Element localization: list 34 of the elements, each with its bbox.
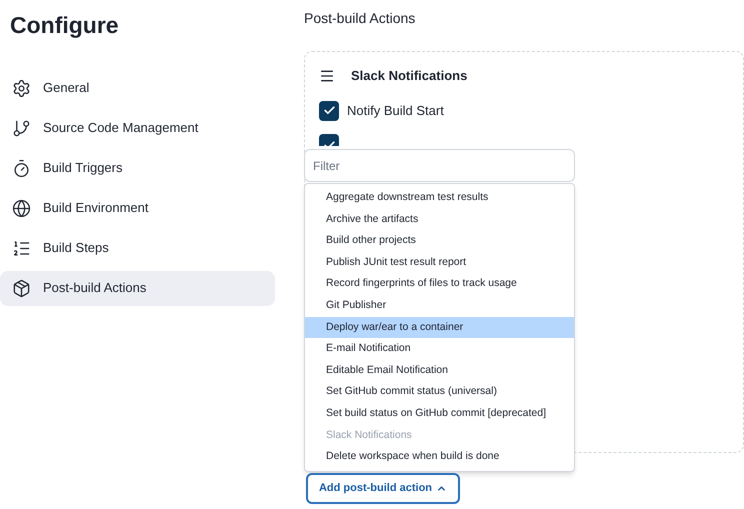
- menu-item[interactable]: Set build status on GitHub commit [deprecated]: [305, 402, 574, 425]
- menu-item[interactable]: Archive the artifacts: [305, 208, 574, 230]
- checkbox[interactable]: [319, 100, 339, 120]
- menu-item[interactable]: Aggregate downstream test results: [305, 187, 574, 209]
- list-icon: [12, 238, 31, 258]
- check-icon: [322, 104, 336, 117]
- menu-item[interactable]: Deploy war/ear to a container: [305, 316, 574, 338]
- branch-icon: [12, 118, 31, 138]
- menu-item[interactable]: Record fingerprints of files to track usage: [305, 273, 574, 295]
- checkbox-label: Notify Build Start: [347, 102, 444, 120]
- page-title: Configure: [10, 11, 120, 40]
- sidebar-item[interactable]: Post-build Actions: [0, 270, 275, 306]
- globe-icon: [12, 198, 31, 218]
- card-title: Slack Notifications: [351, 67, 468, 85]
- menu-item[interactable]: Publish JUnit test result report: [305, 252, 574, 274]
- menu-item[interactable]: Editable Email Notification: [305, 360, 574, 382]
- sidebar-item[interactable]: Build Steps: [0, 230, 275, 266]
- menu-item[interactable]: E-mail Notification: [305, 338, 574, 360]
- menu-item[interactable]: Git Publisher: [305, 294, 574, 317]
- add-post-build-action-button[interactable]: Add post-build action: [306, 472, 460, 504]
- drag-handle-icon[interactable]: [319, 68, 335, 84]
- section-title: Post-build Actions: [304, 9, 416, 28]
- menu-item[interactable]: Set GitHub commit status (universal): [305, 381, 574, 403]
- gear-icon: [12, 78, 31, 98]
- sidebar-item[interactable]: Source Code Management: [0, 110, 275, 146]
- sidebar-item[interactable]: Build Triggers: [0, 150, 275, 186]
- sidebar-item[interactable]: General: [0, 70, 275, 106]
- sidebar-item[interactable]: Build Environment: [0, 190, 275, 226]
- filter-field[interactable]: Filter: [304, 149, 575, 182]
- package-icon: [12, 278, 31, 298]
- menu-item[interactable]: Delete workspace when build is done: [305, 446, 574, 468]
- checkbox[interactable]: [319, 134, 339, 146]
- menu-item[interactable]: Build other projects: [305, 230, 574, 252]
- timer-icon: [12, 158, 31, 178]
